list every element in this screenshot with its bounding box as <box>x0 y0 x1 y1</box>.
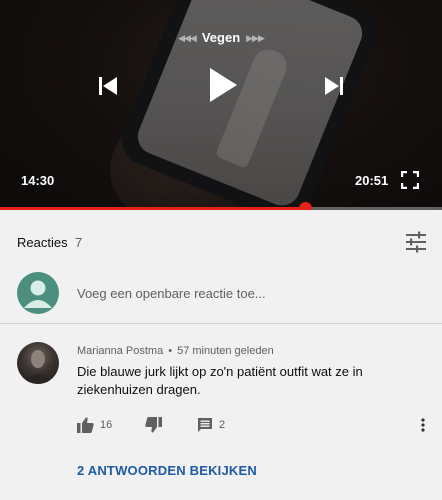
default-avatar-icon <box>24 280 52 308</box>
current-time: 14:30 <box>21 173 55 188</box>
comment-time: 57 minuten geleden <box>177 345 274 357</box>
reply-button[interactable] <box>197 415 213 435</box>
thumb-down-icon <box>145 417 162 433</box>
total-duration: 20:51 <box>355 173 389 188</box>
add-comment-row[interactable]: Voeg een openbare reactie toe... <box>0 270 442 318</box>
rewind-arrows-icon: ◀◀◀ <box>178 33 197 43</box>
comment-actions: 16 2 <box>0 414 442 436</box>
comment-icon <box>198 418 212 432</box>
next-button[interactable] <box>322 74 346 98</box>
dislike-button[interactable] <box>145 415 162 435</box>
more-vertical-icon <box>421 418 425 432</box>
commenter-avatar[interactable] <box>17 342 59 384</box>
comments-count: 7 <box>75 235 83 250</box>
like-button[interactable] <box>77 415 94 435</box>
view-replies-link[interactable]: 2 ANTWOORDEN BEKIJKEN <box>77 463 257 478</box>
more-options-button[interactable] <box>417 415 429 435</box>
reply-count: 2 <box>219 419 226 431</box>
add-comment-input[interactable]: Voeg een openbare reactie toe... <box>77 286 266 301</box>
previous-button[interactable] <box>96 74 120 98</box>
skip-previous-icon <box>99 77 117 95</box>
comment-meta: Marianna Postma • 57 minuten geleden <box>77 345 274 357</box>
play-icon <box>210 68 237 102</box>
fullscreen-icon <box>400 170 420 190</box>
like-count: 16 <box>100 419 113 431</box>
play-button[interactable] <box>203 63 243 107</box>
sort-comments-button[interactable] <box>404 230 428 254</box>
progress-fill <box>0 207 305 210</box>
comments-header: Reacties 7 <box>0 230 442 256</box>
scrubber-handle[interactable] <box>298 202 312 210</box>
divider <box>0 323 442 324</box>
seek-hint: ◀◀◀ Vegen ▶▶▶ <box>0 30 442 45</box>
progress-bar[interactable] <box>0 202 442 210</box>
comment-author[interactable]: Marianna Postma <box>77 345 163 357</box>
sort-sliders-icon <box>406 231 426 253</box>
thumb-up-icon <box>77 417 94 433</box>
meta-separator: • <box>168 345 173 357</box>
video-player[interactable]: ◀◀◀ Vegen ▶▶▶ 14:30 20:51 <box>0 0 442 210</box>
seek-hint-label: Vegen <box>201 30 241 45</box>
comment-text: Die blauwe jurk lijkt op zo'n patiënt ou… <box>77 364 363 397</box>
person-photo-icon <box>22 350 54 384</box>
skip-next-icon <box>325 77 343 95</box>
forward-arrows-icon: ▶▶▶ <box>246 33 265 43</box>
avatar <box>17 272 59 314</box>
fullscreen-button[interactable] <box>400 170 420 190</box>
comments-title: Reacties <box>17 235 68 250</box>
